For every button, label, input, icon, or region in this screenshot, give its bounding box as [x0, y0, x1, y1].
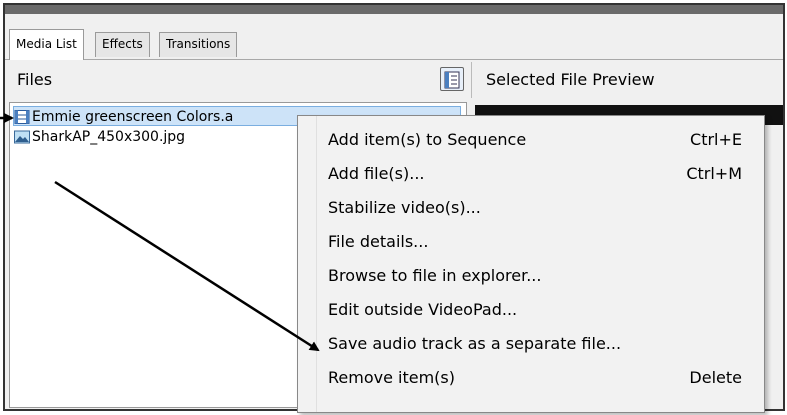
annotation-arrow — [54, 180, 320, 352]
annotation-overlay — [0, 113, 320, 352]
